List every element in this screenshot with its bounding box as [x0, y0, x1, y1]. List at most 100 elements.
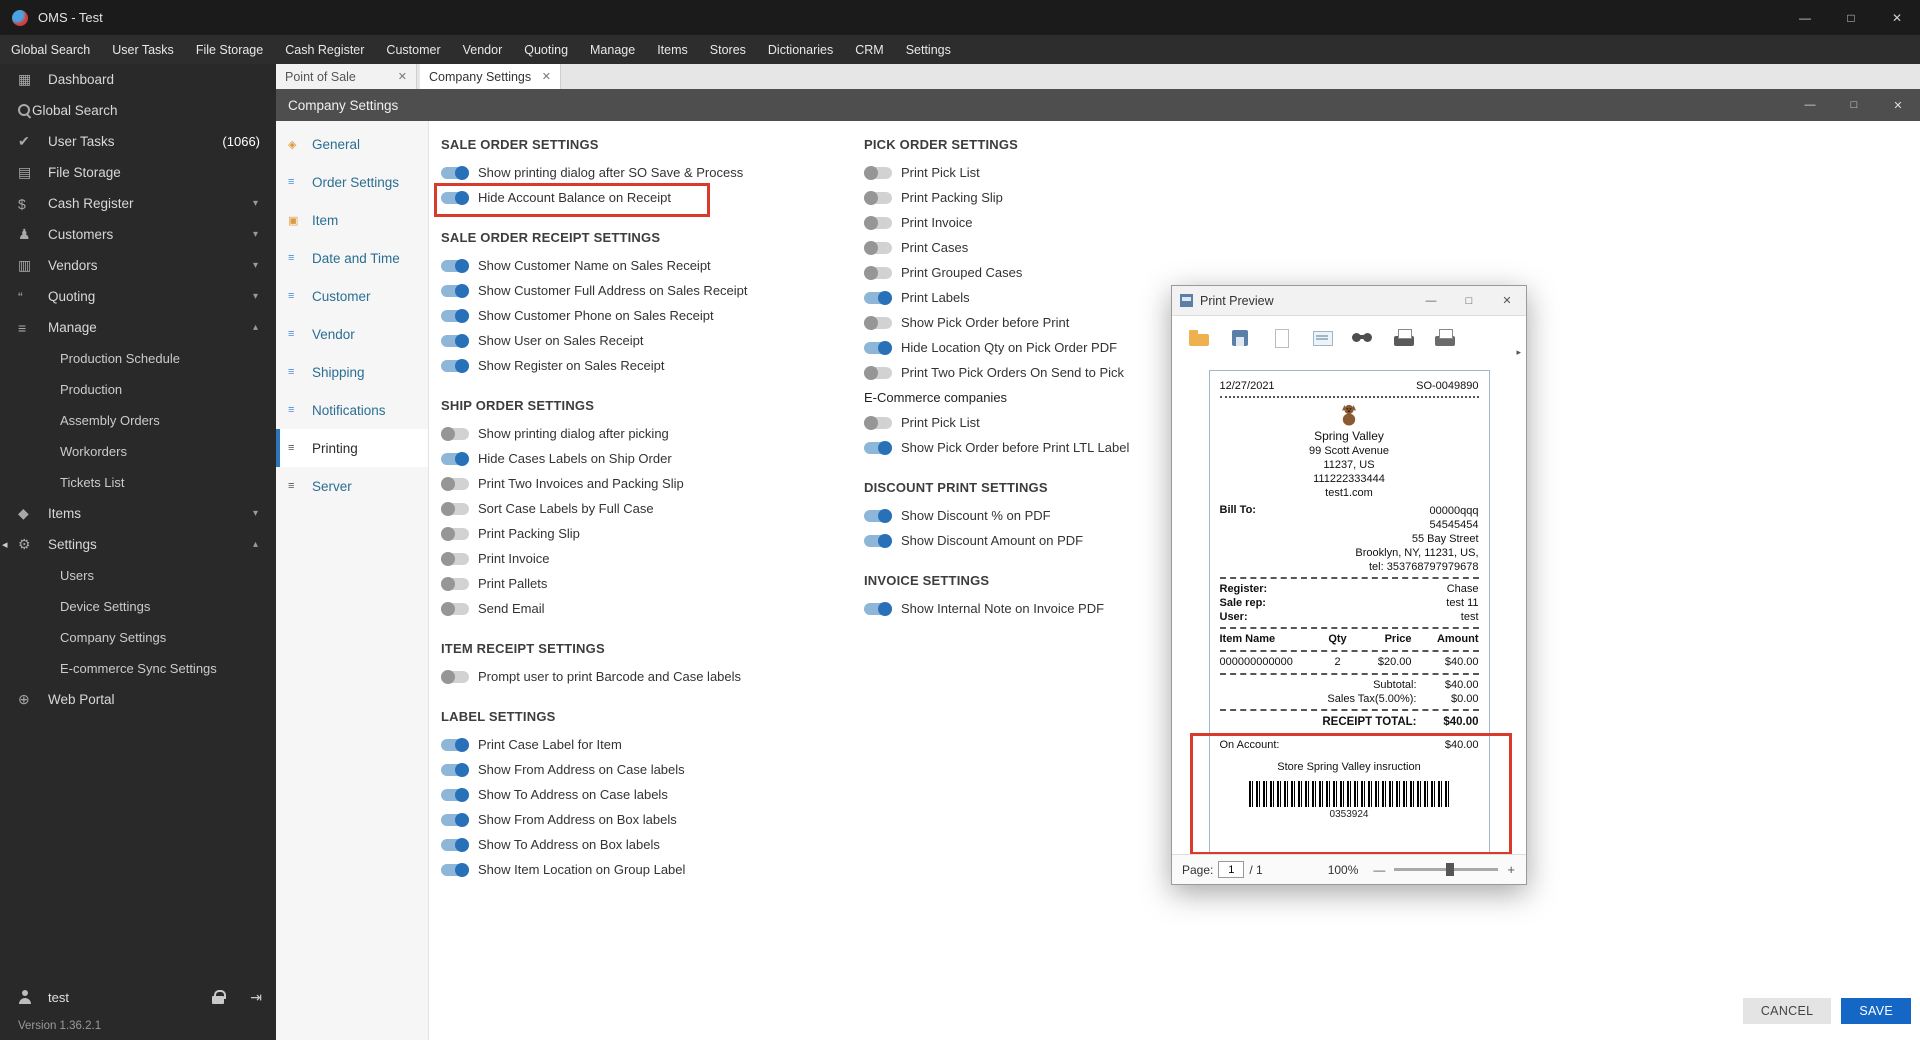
settings-nav-date-and-time[interactable]: ≡ Date and Time: [276, 239, 428, 277]
find-icon[interactable]: [1350, 325, 1376, 351]
sidebar-item-user-tasks[interactable]: ✔ User Tasks (1066): [0, 126, 276, 157]
cs-minimize-button[interactable]: —: [1788, 89, 1832, 121]
cs-close-button[interactable]: ✕: [1876, 89, 1920, 121]
lock-icon[interactable]: [212, 989, 226, 1005]
menu-item-settings[interactable]: Settings: [895, 35, 962, 64]
page-setup-icon[interactable]: [1309, 325, 1335, 351]
toggle-send-email[interactable]: [441, 601, 469, 616]
toggle-show-from-address-on-case-labels[interactable]: [441, 762, 469, 777]
toggle-show-customer-name-on-sales-receipt[interactable]: [441, 258, 469, 273]
tab-point-of-sale[interactable]: Point of Sale ✕: [276, 64, 417, 89]
toggle-print-two-pick-orders-on-send-to-pick[interactable]: [864, 365, 892, 380]
toggle-print-invoice[interactable]: [864, 215, 892, 230]
settings-nav-customer[interactable]: ≡ Customer: [276, 277, 428, 315]
toggle-show-to-address-on-box-labels[interactable]: [441, 837, 469, 852]
settings-nav-printing[interactable]: ≡ Printing: [276, 429, 428, 467]
cs-maximize-button[interactable]: □: [1832, 89, 1876, 121]
preview-minimize-button[interactable]: —: [1412, 286, 1450, 316]
menu-item-cash-register[interactable]: Cash Register: [274, 35, 375, 64]
logout-icon[interactable]: ⇥: [250, 990, 262, 1004]
settings-nav-order-settings[interactable]: ≡ Order Settings: [276, 163, 428, 201]
save-button[interactable]: SAVE: [1841, 998, 1911, 1024]
sidebar-item-workorders[interactable]: Workorders: [0, 436, 276, 467]
settings-nav-shipping[interactable]: ≡ Shipping: [276, 353, 428, 391]
tab-close-icon[interactable]: ✕: [398, 70, 407, 83]
document-icon[interactable]: [1268, 325, 1294, 351]
toggle-print-labels[interactable]: [864, 290, 892, 305]
toggle-hide-account-balance-on-receipt[interactable]: [441, 190, 469, 205]
toggle-show-discount-amount-on-pdf[interactable]: [864, 533, 892, 548]
zoom-in-button[interactable]: +: [1507, 862, 1515, 877]
toggle-prompt-user-to-print-barcode-and-case-labels[interactable]: [441, 669, 469, 684]
toggle-show-printing-dialog-after-picking[interactable]: [441, 426, 469, 441]
toggle-hide-cases-labels-on-ship-order[interactable]: [441, 451, 469, 466]
menu-item-user-tasks[interactable]: User Tasks: [101, 35, 185, 64]
sidebar-item-file-storage[interactable]: ▤ File Storage: [0, 157, 276, 188]
cancel-button[interactable]: CANCEL: [1742, 998, 1832, 1024]
preview-maximize-button[interactable]: □: [1450, 286, 1488, 316]
sidebar-item-production[interactable]: Production: [0, 374, 276, 405]
menu-item-dictionaries[interactable]: Dictionaries: [757, 35, 844, 64]
open-file-icon[interactable]: [1186, 325, 1212, 351]
sidebar-item-items[interactable]: ◆ Items ▾: [0, 498, 276, 529]
zoom-slider-handle[interactable]: [1446, 863, 1455, 876]
menu-item-stores[interactable]: Stores: [699, 35, 757, 64]
toggle-show-customer-full-address-on-sales-receipt[interactable]: [441, 283, 469, 298]
menu-item-global-search[interactable]: Global Search: [0, 35, 101, 64]
toggle-print-cases[interactable]: [864, 240, 892, 255]
sidebar-item-web-portal[interactable]: ⊕ Web Portal: [0, 684, 276, 715]
toggle-show-to-address-on-case-labels[interactable]: [441, 787, 469, 802]
settings-nav-vendor[interactable]: ≡ Vendor: [276, 315, 428, 353]
toggle-show-discount-on-pdf[interactable]: [864, 508, 892, 523]
toggle-show-pick-order-before-print[interactable]: [864, 315, 892, 330]
sidebar-item-customers[interactable]: ♟ Customers ▾: [0, 219, 276, 250]
toggle-print-pallets[interactable]: [441, 576, 469, 591]
toolbar-overflow-icon[interactable]: ▸: [1516, 347, 1521, 358]
sidebar-item-e-commerce-sync-settings[interactable]: E-commerce Sync Settings: [0, 653, 276, 684]
menu-item-file-storage[interactable]: File Storage: [185, 35, 274, 64]
sidebar-item-tickets-list[interactable]: Tickets List: [0, 467, 276, 498]
toggle-print-two-invoices-and-packing-slip[interactable]: [441, 476, 469, 491]
tab-close-icon[interactable]: ✕: [542, 70, 551, 83]
toggle-print-invoice[interactable]: [441, 551, 469, 566]
sidebar-item-manage[interactable]: ≡ Manage ▴: [0, 312, 276, 343]
settings-nav-server[interactable]: ≡ Server: [276, 467, 428, 505]
sidebar-item-production-schedule[interactable]: Production Schedule: [0, 343, 276, 374]
sidebar-item-device-settings[interactable]: Device Settings: [0, 591, 276, 622]
toggle-print-packing-slip[interactable]: [441, 526, 469, 541]
toggle-print-pick-list[interactable]: [864, 415, 892, 430]
save-icon[interactable]: [1227, 325, 1253, 351]
page-input[interactable]: [1218, 861, 1245, 878]
sidebar-item-users[interactable]: Users: [0, 560, 276, 591]
maximize-button[interactable]: □: [1828, 0, 1874, 35]
print-icon[interactable]: [1391, 325, 1417, 351]
toggle-show-user-on-sales-receipt[interactable]: [441, 333, 469, 348]
settings-nav-notifications[interactable]: ≡ Notifications: [276, 391, 428, 429]
zoom-slider[interactable]: [1394, 863, 1499, 876]
toggle-print-pick-list[interactable]: [864, 165, 892, 180]
menu-item-customer[interactable]: Customer: [375, 35, 451, 64]
toggle-print-grouped-cases[interactable]: [864, 265, 892, 280]
close-button[interactable]: ✕: [1874, 0, 1920, 35]
sidebar-item-company-settings[interactable]: Company Settings: [0, 622, 276, 653]
sidebar-item-settings[interactable]: ◂ ⚙ Settings ▴: [0, 529, 276, 560]
toggle-show-register-on-sales-receipt[interactable]: [441, 358, 469, 373]
sidebar-item-global-search[interactable]: Global Search: [0, 95, 276, 126]
menu-item-crm[interactable]: CRM: [844, 35, 894, 64]
sidebar-item-cash-register[interactable]: $ Cash Register ▾: [0, 188, 276, 219]
toggle-show-customer-phone-on-sales-receipt[interactable]: [441, 308, 469, 323]
toggle-show-from-address-on-box-labels[interactable]: [441, 812, 469, 827]
settings-nav-general[interactable]: ◈ General: [276, 125, 428, 163]
menu-item-items[interactable]: Items: [646, 35, 699, 64]
menu-item-vendor[interactable]: Vendor: [452, 35, 514, 64]
sidebar-item-assembly-orders[interactable]: Assembly Orders: [0, 405, 276, 436]
sidebar-item-quoting[interactable]: “Quoting ▾: [0, 281, 276, 312]
preview-close-button[interactable]: ✕: [1488, 286, 1526, 316]
toggle-print-packing-slip[interactable]: [864, 190, 892, 205]
toggle-show-pick-order-before-print-ltl-label[interactable]: [864, 440, 892, 455]
settings-nav-item[interactable]: ▣ Item: [276, 201, 428, 239]
zoom-out-button[interactable]: —: [1373, 863, 1385, 877]
menu-item-quoting[interactable]: Quoting: [513, 35, 579, 64]
sidebar-item-vendors[interactable]: ▥ Vendors ▾: [0, 250, 276, 281]
minimize-button[interactable]: —: [1782, 0, 1828, 35]
